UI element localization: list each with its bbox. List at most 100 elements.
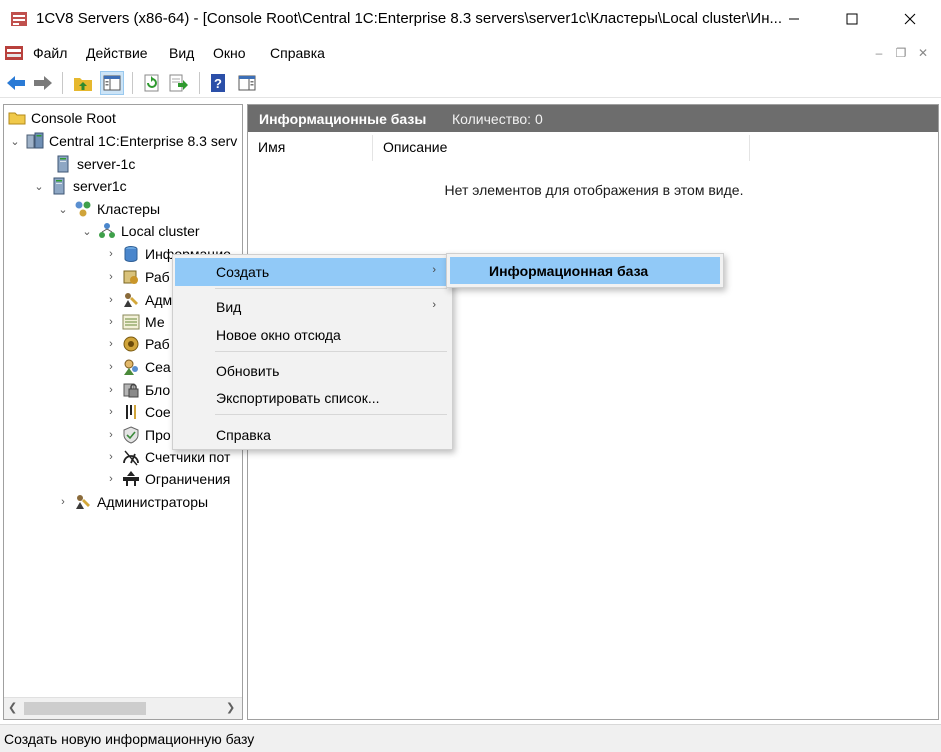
tree-node-sessions[interactable]: › Сеа — [104, 356, 171, 378]
database-icon — [124, 246, 138, 262]
toolbar: ? — [0, 68, 941, 98]
expand-chevron-icon[interactable]: › — [104, 294, 118, 306]
menu-action[interactable]: Действие — [86, 45, 148, 61]
result-count: Количество: 0 — [452, 111, 543, 127]
tree-node-server1c[interactable]: ⌄ server1c — [32, 175, 127, 197]
show-hide-tree-button[interactable] — [100, 71, 124, 95]
up-level-button[interactable] — [71, 71, 95, 95]
mdi-controls: – ❐ ✕ — [868, 44, 934, 62]
scroll-left-icon[interactable]: ❮ — [8, 701, 17, 714]
expand-chevron-icon[interactable]: › — [104, 338, 118, 350]
export-list-button[interactable] — [167, 71, 191, 95]
console-menu-icon[interactable] — [4, 43, 24, 63]
context-menu: Создать › Вид › Новое окно отсюда Обнови… — [172, 254, 453, 450]
result-header: Информационные базы Количество: 0 — [248, 105, 938, 132]
menu-item-view[interactable]: Вид › — [175, 293, 450, 321]
column-header-name[interactable]: Имя — [248, 135, 372, 161]
tree-label: Про — [145, 427, 171, 443]
expand-chevron-icon[interactable]: › — [104, 361, 118, 373]
window-title: 1CV8 Servers (x86-64) - [Console Root\Ce… — [36, 10, 782, 27]
menu-item-new-window[interactable]: Новое окно отсюда — [175, 321, 450, 349]
tree-node-workers[interactable]: › Раб — [104, 266, 170, 288]
menu-help[interactable]: Справка — [270, 45, 325, 61]
menu-file[interactable]: Файл — [33, 45, 67, 61]
forward-button[interactable] — [31, 71, 55, 95]
collapse-chevron-icon[interactable]: ⌄ — [32, 180, 46, 193]
menu-item-help[interactable]: Справка — [175, 421, 450, 449]
scroll-right-icon[interactable]: ❯ — [226, 701, 235, 714]
submenu-arrow-icon: › — [432, 264, 436, 276]
tree-label: server1c — [73, 178, 127, 194]
close-icon — [904, 13, 916, 25]
tree-node-console-root[interactable]: Console Root — [8, 107, 116, 129]
expand-chevron-icon[interactable]: › — [104, 451, 118, 463]
back-arrow-icon — [7, 76, 25, 90]
server-icon — [53, 177, 65, 195]
menu-item-create[interactable]: Создать › — [175, 258, 450, 286]
tree-node-profiles[interactable]: › Про — [104, 424, 171, 446]
tree-node-managers[interactable]: › Ме — [104, 311, 165, 333]
back-button[interactable] — [4, 71, 28, 95]
refresh-button[interactable] — [140, 71, 164, 95]
tree-node-locks[interactable]: › Бло — [104, 379, 170, 401]
expand-chevron-icon[interactable]: › — [104, 406, 118, 418]
resource-counters-icon — [123, 450, 139, 466]
expand-chevron-icon[interactable]: › — [56, 496, 70, 508]
minimize-icon — [789, 18, 799, 20]
scroll-thumb[interactable] — [24, 702, 146, 715]
folder-icon — [8, 112, 26, 125]
status-bar: Создать новую информационную базу — [0, 724, 941, 752]
managers-icon — [122, 314, 140, 330]
tree-label: Central 1C:Enterprise 8.3 serv — [49, 133, 238, 149]
tree-horizontal-scrollbar[interactable]: ❮ ❯ — [4, 697, 242, 719]
tree-node-administrators[interactable]: › Администраторы — [56, 491, 208, 513]
tree-node-server-1c[interactable]: server-1c — [54, 153, 135, 175]
expand-chevron-icon[interactable]: › — [104, 384, 118, 396]
menu-item-refresh[interactable]: Обновить — [175, 357, 450, 385]
tree-label: Console Root — [31, 110, 116, 126]
tree-node-work-servers[interactable]: › Раб — [104, 333, 170, 355]
refresh-icon — [144, 74, 159, 92]
collapse-chevron-icon[interactable]: ⌄ — [80, 225, 94, 238]
folder-up-icon — [74, 78, 92, 91]
collapse-chevron-icon[interactable]: ⌄ — [8, 135, 22, 148]
menu-item-label: Обновить — [216, 363, 280, 379]
menu-view[interactable]: Вид — [169, 45, 194, 61]
tree-node-admins-short[interactable]: › Адм — [104, 289, 172, 311]
maximize-button[interactable] — [823, 0, 881, 38]
tree-node-limits[interactable]: › Ограничения — [104, 468, 230, 490]
tree-label: Local cluster — [121, 223, 200, 239]
administrators-icon — [124, 293, 138, 307]
tree-label: Бло — [145, 382, 171, 398]
menu-item-export[interactable]: Экспортировать список... — [175, 384, 450, 412]
collapse-chevron-icon[interactable]: ⌄ — [56, 203, 70, 216]
close-button[interactable] — [881, 0, 939, 38]
minimize-button[interactable] — [765, 0, 823, 38]
expand-chevron-icon[interactable]: › — [104, 473, 118, 485]
tree-node-local-cluster[interactable]: ⌄ Local cluster — [80, 220, 200, 242]
mdi-restore-button[interactable]: ❐ — [890, 44, 912, 62]
tree-node-central[interactable]: ⌄ Central 1C:Enterprise 8.3 serv — [8, 130, 237, 152]
help-button[interactable]: ? — [206, 71, 230, 95]
show-action-pane-button[interactable] — [235, 71, 259, 95]
clusters-icon — [75, 201, 91, 217]
connections-icon — [126, 405, 136, 419]
tree-label: Ме — [145, 314, 165, 330]
expand-chevron-icon[interactable]: › — [104, 271, 118, 283]
menu-item-label: Экспортировать список... — [216, 390, 380, 406]
expand-chevron-icon[interactable]: › — [104, 316, 118, 328]
tree-node-connections[interactable]: › Сое — [104, 401, 171, 423]
expand-chevron-icon[interactable]: › — [104, 248, 118, 260]
action-pane-icon — [238, 75, 256, 91]
menu-window[interactable]: Окно — [213, 45, 246, 61]
menu-item-infobase[interactable]: Информационная база — [450, 257, 720, 284]
column-header-description[interactable]: Описание — [373, 135, 749, 161]
tree-node-clusters[interactable]: ⌄ Кластеры — [56, 198, 160, 220]
mdi-close-button[interactable]: ✕ — [912, 44, 934, 62]
tree-label: Кластеры — [97, 201, 160, 217]
tree-label: Адм — [145, 292, 173, 308]
result-title: Информационные базы — [259, 111, 427, 127]
work-servers-icon — [123, 336, 139, 352]
expand-chevron-icon[interactable]: › — [104, 429, 118, 441]
mdi-minimize-button[interactable]: – — [868, 44, 890, 62]
